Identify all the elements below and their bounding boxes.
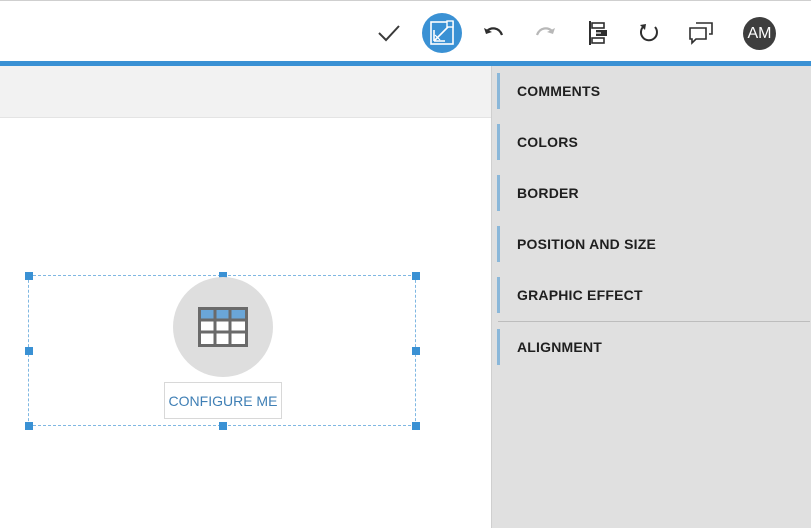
resize-handle-top-right[interactable] bbox=[412, 272, 420, 280]
resize-handle-bottom-left[interactable] bbox=[25, 422, 33, 430]
panel-item-label: COLORS bbox=[517, 134, 579, 150]
widget-icon-circle bbox=[173, 277, 273, 377]
resize-handle-middle-left[interactable] bbox=[25, 347, 33, 355]
checkmark-icon bbox=[378, 25, 400, 42]
panel-divider bbox=[498, 321, 810, 322]
panel-item-alignment[interactable]: ALIGNMENT bbox=[497, 329, 807, 365]
panel-item-graphic-effect[interactable]: GRAPHIC EFFECT bbox=[497, 277, 807, 313]
panel-item-marker bbox=[497, 124, 500, 160]
resize-handle-top-left[interactable] bbox=[25, 272, 33, 280]
canvas-header-strip bbox=[0, 66, 492, 118]
panel-item-colors[interactable]: COLORS bbox=[497, 124, 807, 160]
panel-item-marker bbox=[497, 329, 500, 365]
undo-icon bbox=[484, 27, 504, 36]
resize-handle-middle-right[interactable] bbox=[412, 347, 420, 355]
panel-item-position-and-size[interactable]: POSITION AND SIZE bbox=[497, 226, 807, 262]
resize-handle-bottom-right[interactable] bbox=[412, 422, 420, 430]
design-mode-icon bbox=[430, 20, 454, 45]
panel-item-label: POSITION AND SIZE bbox=[517, 236, 657, 252]
redo-icon bbox=[535, 27, 555, 36]
design-mode-button[interactable] bbox=[422, 13, 462, 53]
undo-button[interactable] bbox=[476, 15, 512, 51]
properties-panel: COMMENTS COLORS BORDER POSITION AND SIZE… bbox=[491, 66, 811, 528]
panel-item-marker bbox=[497, 73, 500, 109]
panel-item-marker bbox=[497, 277, 500, 313]
panel-item-label: GRAPHIC EFFECT bbox=[517, 287, 643, 303]
panel-item-label: COMMENTS bbox=[517, 83, 601, 99]
resize-handle-bottom-center[interactable] bbox=[219, 422, 227, 430]
panel-item-marker bbox=[497, 175, 500, 211]
panel-item-border[interactable]: BORDER bbox=[497, 175, 807, 211]
refresh-icon bbox=[639, 24, 658, 42]
panel-item-marker bbox=[497, 226, 500, 262]
panel-item-comments[interactable]: COMMENTS bbox=[497, 73, 807, 109]
confirm-button[interactable] bbox=[371, 15, 407, 51]
redo-button[interactable] bbox=[527, 15, 563, 51]
align-panel-icon bbox=[589, 21, 607, 45]
top-toolbar: AM bbox=[0, 0, 811, 61]
user-avatar[interactable]: AM bbox=[743, 17, 776, 50]
comments-icon bbox=[689, 22, 713, 45]
configure-me-button[interactable]: CONFIGURE ME bbox=[164, 382, 282, 419]
refresh-button[interactable] bbox=[631, 15, 667, 51]
table-grid-icon bbox=[198, 307, 248, 347]
align-panel-button[interactable] bbox=[579, 15, 615, 51]
comments-button[interactable] bbox=[683, 15, 719, 51]
panel-item-label: BORDER bbox=[517, 185, 579, 201]
panel-item-label: ALIGNMENT bbox=[517, 339, 603, 355]
